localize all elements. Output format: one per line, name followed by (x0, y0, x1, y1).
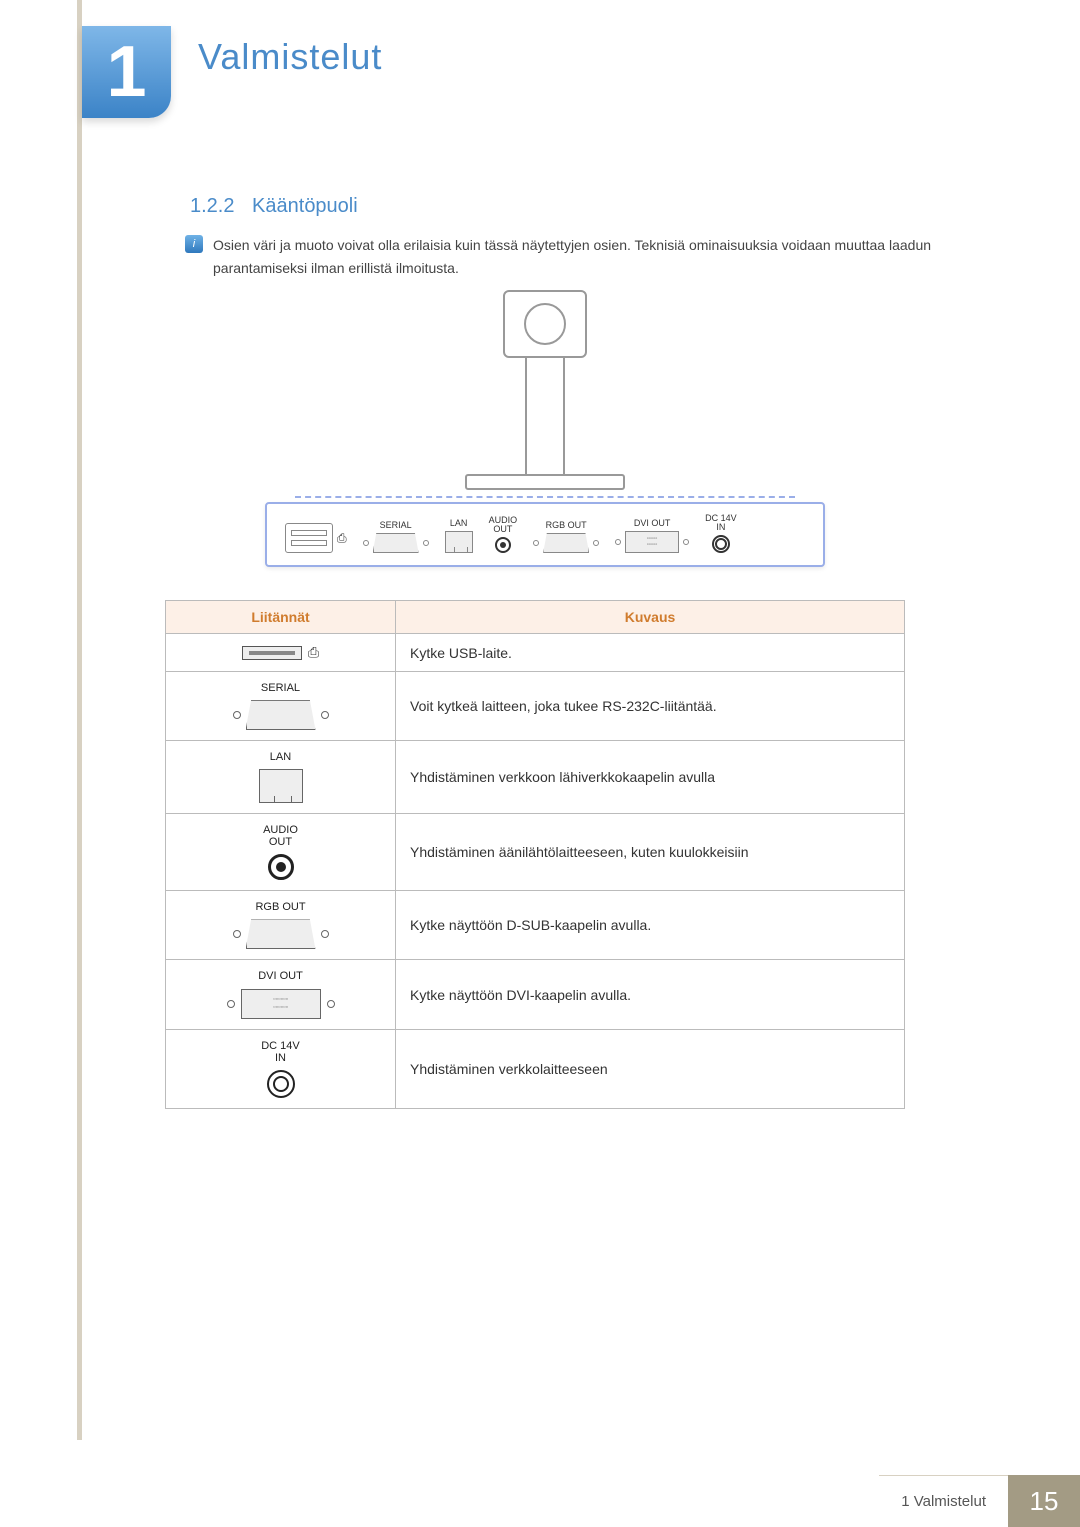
lan-icon (259, 769, 303, 803)
table-row: DVI OUT ▫▫▫▫▫▫▫▫▫▫▫▫ Kytke näyttöön DVI-… (166, 960, 905, 1029)
footer-chapter-label: 1 Valmistelut (879, 1475, 1008, 1527)
usb-symbol-icon: ⎙ (337, 531, 347, 546)
lan-port-group: LAN (445, 519, 473, 553)
cell-audio-icon: AUDIO OUT (166, 814, 396, 891)
cell-desc: Kytke USB-laite. (396, 634, 905, 672)
side-stripe (77, 0, 82, 1440)
cell-label: DVI OUT (258, 970, 303, 982)
cell-lan-icon: LAN (166, 741, 396, 814)
dc-jack-icon (712, 535, 730, 553)
rear-diagram: ⎙ SERIAL LAN AUDIO OUT RGB OUT DVI OUT (265, 290, 825, 567)
table-row: LAN Yhdistäminen verkkoon lähiverkkokaap… (166, 741, 905, 814)
dvi-label: DVI OUT (634, 519, 671, 528)
table-row: DC 14V IN Yhdistäminen verkkolaitteeseen (166, 1029, 905, 1108)
cell-dvi-icon: DVI OUT ▫▫▫▫▫▫▫▫▫▫▫▫ (166, 960, 396, 1029)
cell-rgb-icon: RGB OUT (166, 891, 396, 960)
chapter-number: 1 (106, 31, 146, 113)
vga-port-icon (533, 533, 599, 553)
vga-icon (246, 919, 316, 949)
lan-label: LAN (450, 519, 468, 528)
rgb-label: RGB OUT (546, 521, 587, 530)
th-desc: Kuvaus (396, 601, 905, 634)
lan-port-icon (445, 531, 473, 553)
usb-port-group: ⎙ (285, 523, 347, 553)
note-text: Osien väri ja muoto voivat olla erilaisi… (213, 234, 983, 280)
cell-label: DC 14V IN (261, 1040, 300, 1064)
audio-label: AUDIO OUT (489, 516, 518, 534)
stand-base-icon (465, 474, 625, 490)
footer-page-number: 15 (1008, 1475, 1080, 1527)
cell-label: LAN (270, 751, 291, 763)
section-heading: 1.2.2 Kääntöpuoli (190, 195, 358, 218)
section-title: Kääntöpuoli (252, 195, 358, 217)
info-icon: i (185, 235, 203, 253)
audio-jack-icon (495, 537, 511, 553)
back-panel: ⎙ SERIAL LAN AUDIO OUT RGB OUT DVI OUT (265, 502, 825, 567)
dvi-port-group: DVI OUT ▫▫▫▫▫▫▫▫▫▫ (615, 519, 689, 553)
dc-port-group: DC 14V IN (705, 514, 737, 553)
table-row: ⎙ Kytke USB-laite. (166, 634, 905, 672)
serial-port-group: SERIAL (363, 521, 429, 553)
dc-label: DC 14V IN (705, 514, 737, 532)
usb-rect-icon (242, 646, 302, 660)
cell-desc: Yhdistäminen verkkolaitteeseen (396, 1029, 905, 1108)
section-number: 1.2.2 (190, 195, 234, 217)
cell-label: SERIAL (261, 682, 300, 694)
audio-jack-icon (268, 854, 294, 880)
cell-dc-icon: DC 14V IN (166, 1029, 396, 1108)
table-row: AUDIO OUT Yhdistäminen äänilähtölaittees… (166, 814, 905, 891)
rgb-port-group: RGB OUT (533, 521, 599, 553)
chapter-title: Valmistelut (198, 36, 382, 78)
cell-desc: Voit kytkeä laitteen, joka tukee RS-232C… (396, 672, 905, 741)
cell-desc: Kytke näyttöön D-SUB-kaapelin avulla. (396, 891, 905, 960)
serial-label: SERIAL (380, 521, 412, 530)
page-footer: 1 Valmistelut 15 (0, 1475, 1080, 1527)
serial-port-icon (363, 533, 429, 553)
serial-icon (246, 700, 316, 730)
usb-slots-icon (285, 523, 333, 553)
th-port: Liitännät (166, 601, 396, 634)
cell-usb-icon: ⎙ (166, 634, 396, 672)
stand-head-icon (503, 290, 587, 358)
table-row: RGB OUT Kytke näyttöön D-SUB-kaapelin av… (166, 891, 905, 960)
dvi-port-icon: ▫▫▫▫▫▫▫▫▫▫ (615, 531, 689, 553)
cell-desc: Yhdistäminen äänilähtölaitteeseen, kuten… (396, 814, 905, 891)
stand-pole-icon (525, 356, 565, 476)
cell-label: RGB OUT (255, 901, 305, 913)
cell-desc: Kytke näyttöön DVI-kaapelin avulla. (396, 960, 905, 1029)
ports-table: Liitännät Kuvaus ⎙ Kytke USB-laite. SERI… (165, 600, 905, 1109)
audio-port-group: AUDIO OUT (489, 516, 518, 553)
dashed-connector (295, 496, 795, 498)
table-row: SERIAL Voit kytkeä laitteen, joka tukee … (166, 672, 905, 741)
dvi-icon: ▫▫▫▫▫▫▫▫▫▫▫▫ (241, 989, 321, 1019)
cell-label: AUDIO OUT (263, 824, 298, 848)
dc-jack-icon (267, 1070, 295, 1098)
chapter-number-tab: 1 (82, 26, 171, 118)
cell-serial-icon: SERIAL (166, 672, 396, 741)
cell-desc: Yhdistäminen verkkoon lähiverkkokaapelin… (396, 741, 905, 814)
usb-symbol-icon: ⎙ (308, 644, 319, 661)
